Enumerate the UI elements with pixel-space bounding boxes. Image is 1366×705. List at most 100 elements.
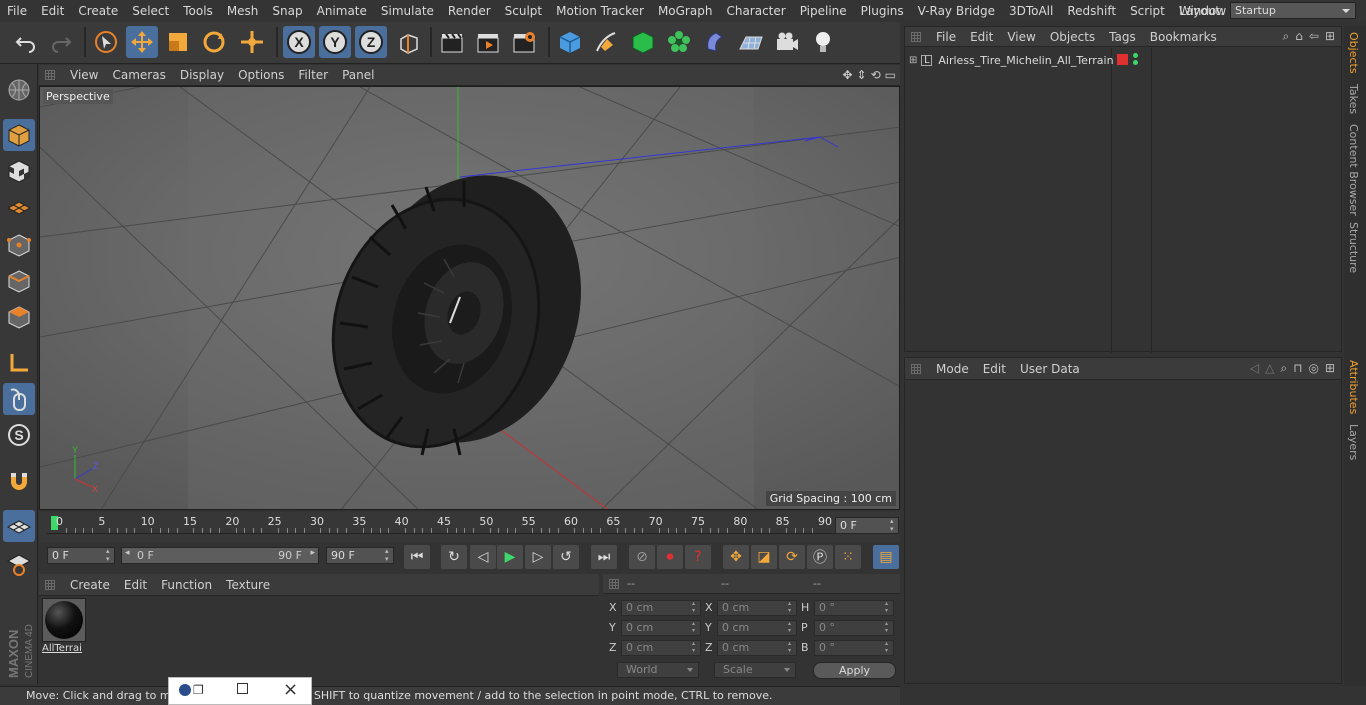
menu-character[interactable]: Character — [719, 4, 792, 18]
motion-record-button[interactable]: ⊘ — [629, 545, 655, 569]
points-mode-button[interactable] — [3, 229, 35, 261]
solo-button[interactable]: S — [3, 419, 35, 451]
coord-value-field[interactable]: 0 cm — [717, 640, 797, 656]
texture-mode-button[interactable] — [3, 155, 35, 187]
edges-mode-button[interactable] — [3, 265, 35, 297]
menu-edit[interactable]: Edit — [34, 4, 71, 18]
attributes-menu-user-data[interactable]: User Data — [1013, 362, 1087, 376]
current-frame-field[interactable]: 0 F — [835, 517, 899, 534]
coord-value-field[interactable]: 0 ° — [814, 640, 894, 656]
editor-visible-dot-icon[interactable] — [1133, 53, 1138, 58]
light-button[interactable] — [807, 26, 839, 58]
frame-range-slider[interactable]: ◂ 0 F 90 F ▸ — [121, 547, 319, 564]
right-tab-structure[interactable]: Structure — [1347, 222, 1360, 273]
auto-key-button[interactable]: ? — [685, 545, 711, 569]
rotate-tool-button[interactable] — [198, 26, 230, 58]
key-parameter-button[interactable]: Ⓟ — [807, 545, 833, 569]
move-tool-button[interactable] — [126, 26, 158, 58]
menu-redshift[interactable]: Redshift — [1060, 4, 1123, 18]
search-icon[interactable]: ⌕ — [1283, 29, 1290, 44]
menu-simulate[interactable]: Simulate — [374, 4, 441, 18]
render-picture-viewer-button[interactable] — [472, 26, 504, 58]
locked-workplane-button[interactable] — [3, 548, 35, 580]
new-window-icon[interactable]: ⊞ — [1325, 29, 1335, 44]
menu-tools[interactable]: Tools — [176, 4, 220, 18]
viewport-menu-cameras[interactable]: Cameras — [105, 68, 172, 82]
undo-button[interactable] — [10, 26, 42, 58]
viewport-menu-view[interactable]: View — [63, 68, 105, 82]
menu-create[interactable]: Create — [71, 4, 125, 18]
apply-button[interactable]: Apply — [813, 662, 896, 679]
key-position-button[interactable]: ✥ — [723, 545, 749, 569]
objects-menu-edit[interactable]: Edit — [963, 30, 1000, 44]
objects-menu-file[interactable]: File — [929, 30, 963, 44]
render-settings-button[interactable] — [508, 26, 540, 58]
attributes-menu-edit[interactable]: Edit — [976, 362, 1013, 376]
menu-3dtoall[interactable]: 3DToAll — [1002, 4, 1060, 18]
material-menu-create[interactable]: Create — [63, 578, 117, 592]
pan-view-icon[interactable]: ✥ — [842, 68, 852, 82]
menu-render[interactable]: Render — [441, 4, 498, 18]
objects-menu-objects[interactable]: Objects — [1043, 30, 1102, 44]
menu-v-ray-bridge[interactable]: V-Ray Bridge — [911, 4, 1002, 18]
workplane-mode-button[interactable] — [3, 191, 35, 223]
key-pla-button[interactable]: ⁙ — [835, 545, 861, 569]
workplane-lock-button[interactable] — [3, 510, 35, 542]
next-keyframe-button[interactable]: ↺ — [553, 545, 579, 569]
live-selection-button[interactable] — [90, 26, 122, 58]
snap-button[interactable] — [3, 465, 35, 497]
record-button[interactable]: ⏺ — [657, 545, 683, 569]
transform-tool-button[interactable] — [236, 26, 268, 58]
objects-menu-bookmarks[interactable]: Bookmarks — [1143, 30, 1224, 44]
menu-animate[interactable]: Animate — [310, 4, 374, 18]
menu-script[interactable]: Script — [1123, 4, 1172, 18]
layout-dropdown[interactable]: Startup — [1230, 2, 1356, 19]
prev-frame-button[interactable]: ◁ — [470, 545, 496, 569]
coord-value-field[interactable]: 0 cm — [621, 640, 701, 656]
dolly-view-icon[interactable]: ⇕ — [857, 68, 867, 82]
axis-mode-button[interactable] — [3, 347, 35, 379]
coord-value-field[interactable]: 0 cm — [717, 620, 797, 636]
right-tab-objects[interactable]: Objects — [1347, 32, 1360, 74]
camera-button[interactable] — [771, 26, 803, 58]
coord-value-field[interactable]: 0 ° — [814, 600, 894, 616]
tweak-mode-button[interactable] — [3, 383, 35, 415]
z-axis-lock-button[interactable]: Z — [355, 26, 387, 58]
menu-snap[interactable]: Snap — [265, 4, 309, 18]
pen-spline-button[interactable] — [590, 26, 622, 58]
menu-sculpt[interactable]: Sculpt — [498, 4, 549, 18]
orbit-view-icon[interactable]: ⟲ — [871, 68, 881, 82]
material-menu-edit[interactable]: Edit — [117, 578, 154, 592]
close-icon[interactable]: × — [283, 679, 298, 700]
floor-button[interactable] — [735, 26, 767, 58]
right-tab-content-browser[interactable]: Content Browser — [1347, 124, 1360, 216]
target-icon[interactable]: ◎ — [1308, 361, 1318, 376]
viewport-menu-options[interactable]: Options — [231, 68, 291, 82]
key-scale-button[interactable]: ◪ — [751, 545, 777, 569]
menu-pipeline[interactable]: Pipeline — [793, 4, 854, 18]
play-button[interactable]: ▶ — [497, 545, 523, 569]
menu-mograph[interactable]: MoGraph — [651, 4, 720, 18]
menu-mesh[interactable]: Mesh — [220, 4, 266, 18]
menu-file[interactable]: File — [0, 4, 34, 18]
redo-button[interactable] — [45, 26, 77, 58]
home-icon[interactable]: ⌂ — [1295, 29, 1303, 44]
start-frame-field[interactable]: 0 F — [47, 547, 115, 564]
go-to-end-button[interactable]: ⏭ — [591, 545, 617, 569]
next-frame-button[interactable]: ▷ — [525, 545, 551, 569]
back-icon[interactable]: ⇦ — [1309, 29, 1319, 44]
viewport-menu-filter[interactable]: Filter — [291, 68, 335, 82]
arrow-left-icon[interactable]: ◁ — [1250, 361, 1259, 376]
coord-value-field[interactable]: 0 ° — [814, 620, 894, 636]
model-mode-button[interactable] — [3, 119, 35, 151]
menu-select[interactable]: Select — [125, 4, 176, 18]
key-rotation-button[interactable]: ⟳ — [779, 545, 805, 569]
subdivision-surface-button[interactable] — [627, 26, 659, 58]
timeline-window-button[interactable]: ▤ — [873, 545, 899, 569]
right-tab-takes[interactable]: Takes — [1347, 84, 1360, 114]
arrow-up-icon[interactable]: △ — [1265, 361, 1274, 376]
objects-menu-view[interactable]: View — [1000, 30, 1042, 44]
coordinate-system-button[interactable] — [393, 26, 425, 58]
x-axis-lock-button[interactable]: X — [283, 26, 315, 58]
viewport-perspective[interactable]: Y Z X Perspective Grid Spacing : 100 cm — [39, 86, 900, 510]
